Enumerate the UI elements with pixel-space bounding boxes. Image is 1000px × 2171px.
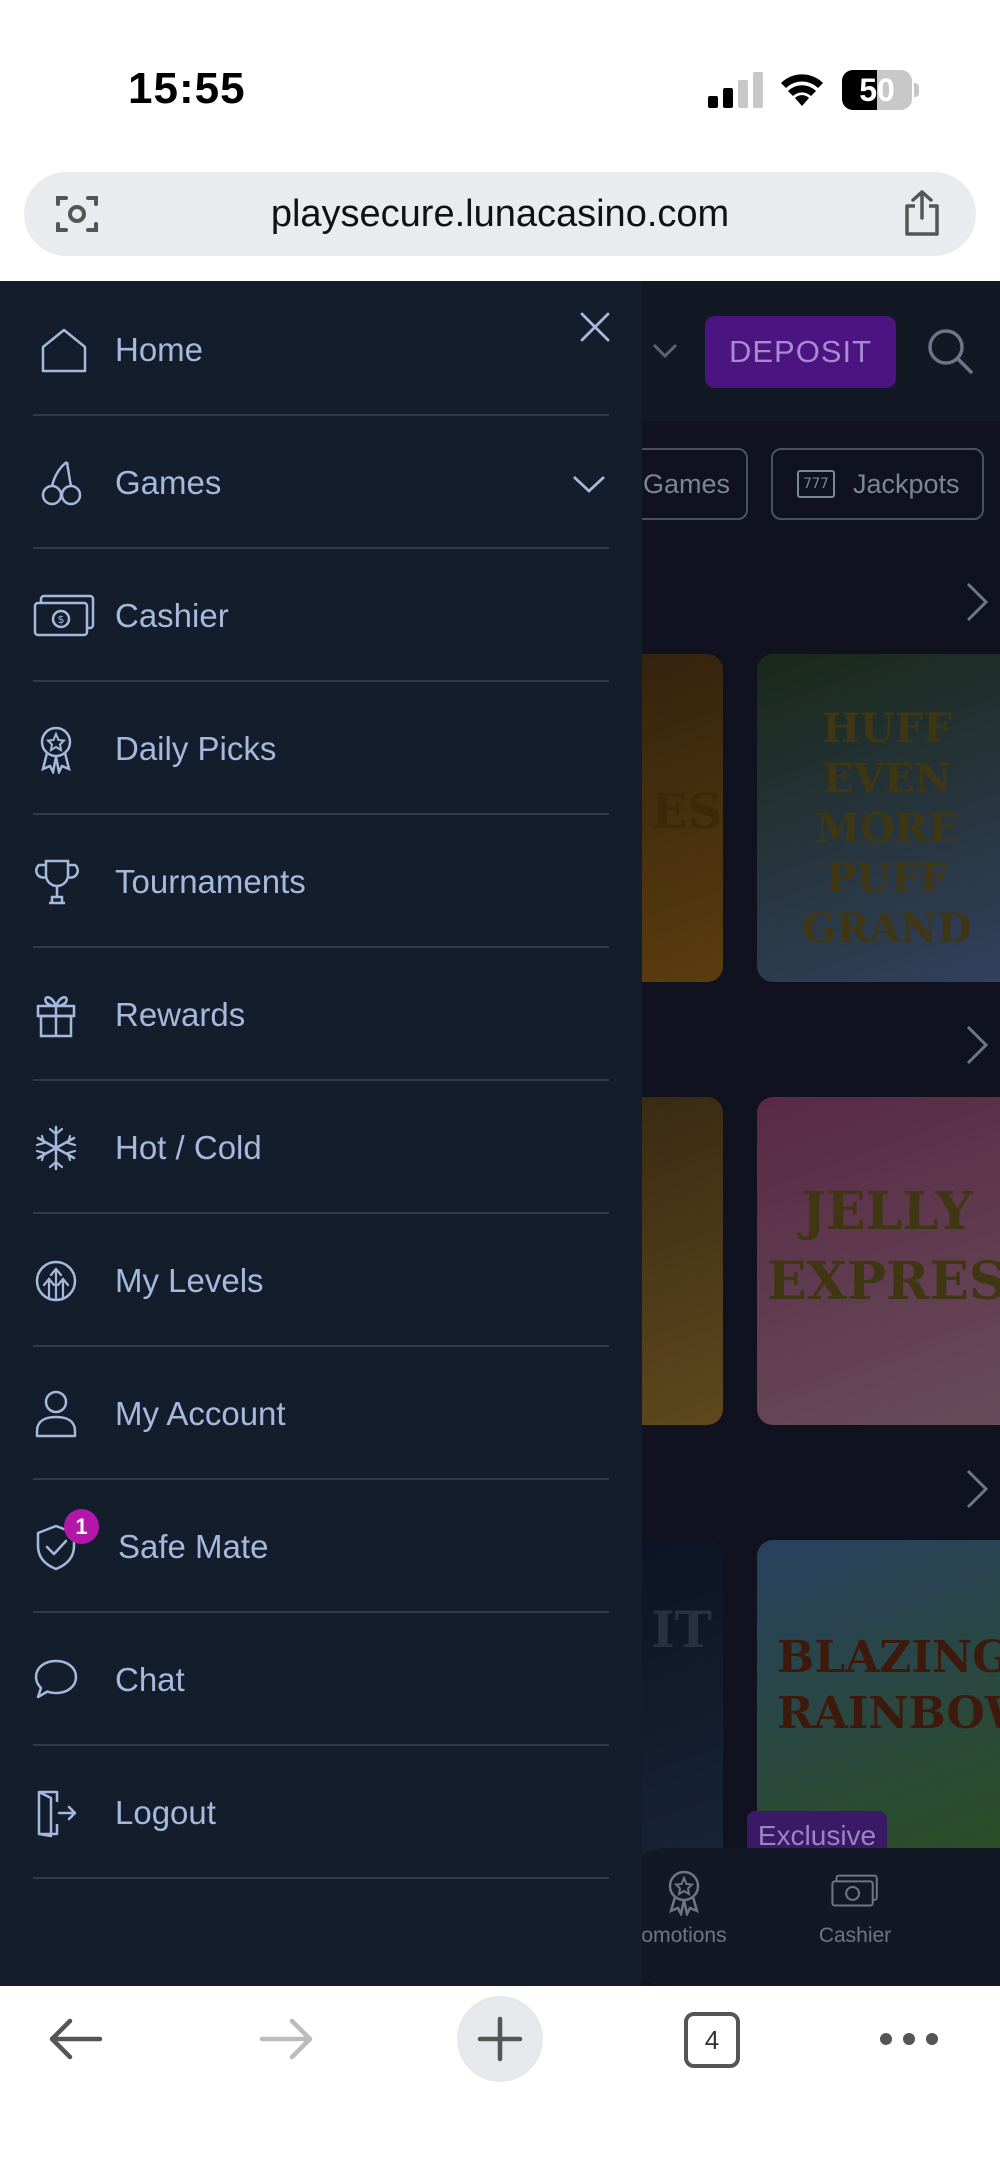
menu-label: Games xyxy=(115,464,222,501)
chevron-right-icon[interactable] xyxy=(962,1023,992,1067)
url-text[interactable]: playsecure.lunacasino.com xyxy=(124,172,876,256)
menu-label: Safe Mate xyxy=(118,1528,269,1565)
menu-label: Home xyxy=(115,331,204,368)
menu-item-cashier[interactable]: $ Cashier xyxy=(33,549,609,682)
back-arrow-icon[interactable] xyxy=(46,2014,104,2064)
wifi-icon xyxy=(781,74,823,106)
screen: 15:55 50 playsecure.lunacasino.com DEPOS… xyxy=(0,0,1000,2171)
search-icon[interactable] xyxy=(925,326,975,376)
menu-item-home[interactable]: Home xyxy=(33,283,609,416)
battery-level: 50 xyxy=(859,72,895,108)
status-time: 15:55 xyxy=(128,64,246,113)
menu-label: Cashier xyxy=(115,597,229,634)
menu-item-chat[interactable]: Chat xyxy=(33,1613,609,1746)
cherries-icon xyxy=(41,460,82,506)
forward-arrow-icon[interactable] xyxy=(258,2014,316,2064)
levels-icon xyxy=(35,1260,77,1302)
gift-icon xyxy=(36,996,76,1038)
more-options-icon[interactable] xyxy=(878,2024,940,2054)
chevron-down-icon[interactable] xyxy=(571,468,607,498)
menu-item-my-levels[interactable]: My Levels xyxy=(33,1214,609,1347)
snowflake-icon xyxy=(35,1125,77,1171)
menu-label: Daily Picks xyxy=(115,730,277,767)
person-icon xyxy=(35,1390,77,1438)
menu-label: Rewards xyxy=(115,996,246,1033)
chip-jackpots-label: Jackpots xyxy=(853,469,960,499)
nav-cashier[interactable]: Cashier xyxy=(795,1866,915,1948)
new-tab-button[interactable] xyxy=(457,1996,543,2082)
menu-item-logout[interactable]: Logout xyxy=(33,1746,609,1879)
menu-item-daily-picks[interactable]: Daily Picks xyxy=(33,682,609,815)
menu-label: Tournaments xyxy=(115,863,306,900)
page-screenshot-icon[interactable] xyxy=(54,192,100,236)
nav-cashier-label: Cashier xyxy=(818,1924,892,1947)
menu-label: Chat xyxy=(115,1661,185,1698)
side-menu-drawer: Home Games $ Cashier Daily Picks Tournam… xyxy=(0,281,642,1986)
cash-icon xyxy=(831,1874,878,1907)
menu-label: Hot / Cold xyxy=(115,1129,262,1166)
slot-777-icon: 777 xyxy=(797,470,835,498)
menu-item-my-account[interactable]: My Account xyxy=(33,1347,609,1480)
medal-icon xyxy=(668,1870,700,1916)
chevron-right-icon[interactable] xyxy=(962,580,992,624)
browser-toolbar: 4 xyxy=(0,1986,1000,2171)
game-tile[interactable]: JELLY EXPRESS xyxy=(757,1097,1000,1425)
nav-promotions[interactable]: omotions xyxy=(624,1866,744,1948)
menu-item-tournaments[interactable]: Tournaments xyxy=(33,815,609,948)
share-icon[interactable] xyxy=(900,188,944,238)
chip-jackpots[interactable]: 777 Jackpots xyxy=(771,448,984,520)
menu-item-safe-mate[interactable]: 1 Safe Mate xyxy=(33,1480,609,1613)
nav-promotions-label: omotions xyxy=(641,1924,727,1947)
svg-text:$: $ xyxy=(58,613,65,626)
game-tile[interactable]: HUFF EVEN MORE PUFF GRAND xyxy=(757,654,1000,982)
cash-icon: $ xyxy=(33,594,95,637)
battery-icon: 50 xyxy=(842,70,919,110)
chevron-down-icon[interactable] xyxy=(650,335,680,365)
tab-switcher-button[interactable]: 4 xyxy=(684,2012,740,2068)
chat-bubble-icon xyxy=(34,1659,78,1699)
menu-item-hot-cold[interactable]: Hot / Cold xyxy=(33,1081,609,1214)
status-bar: 15:55 50 xyxy=(0,0,1000,165)
menu-label: My Levels xyxy=(115,1262,264,1299)
notification-badge: 1 xyxy=(64,1509,99,1544)
menu-item-games[interactable]: Games xyxy=(33,416,609,549)
home-icon xyxy=(41,328,87,373)
logout-icon xyxy=(37,1790,77,1838)
menu-label: Logout xyxy=(115,1794,216,1831)
site-bottom-nav: omotions Cashier xyxy=(610,1848,1000,1986)
menu-label: My Account xyxy=(115,1395,286,1432)
plus-icon xyxy=(477,2016,523,2062)
deposit-button[interactable]: DEPOSIT xyxy=(705,316,896,388)
cellular-signal-icon xyxy=(708,72,763,108)
menu-item-rewards[interactable]: Rewards xyxy=(33,948,609,1081)
medal-star-icon xyxy=(40,726,72,774)
address-bar[interactable]: playsecure.lunacasino.com xyxy=(24,172,976,256)
chevron-right-icon[interactable] xyxy=(962,1467,992,1511)
trophy-icon xyxy=(35,859,79,905)
